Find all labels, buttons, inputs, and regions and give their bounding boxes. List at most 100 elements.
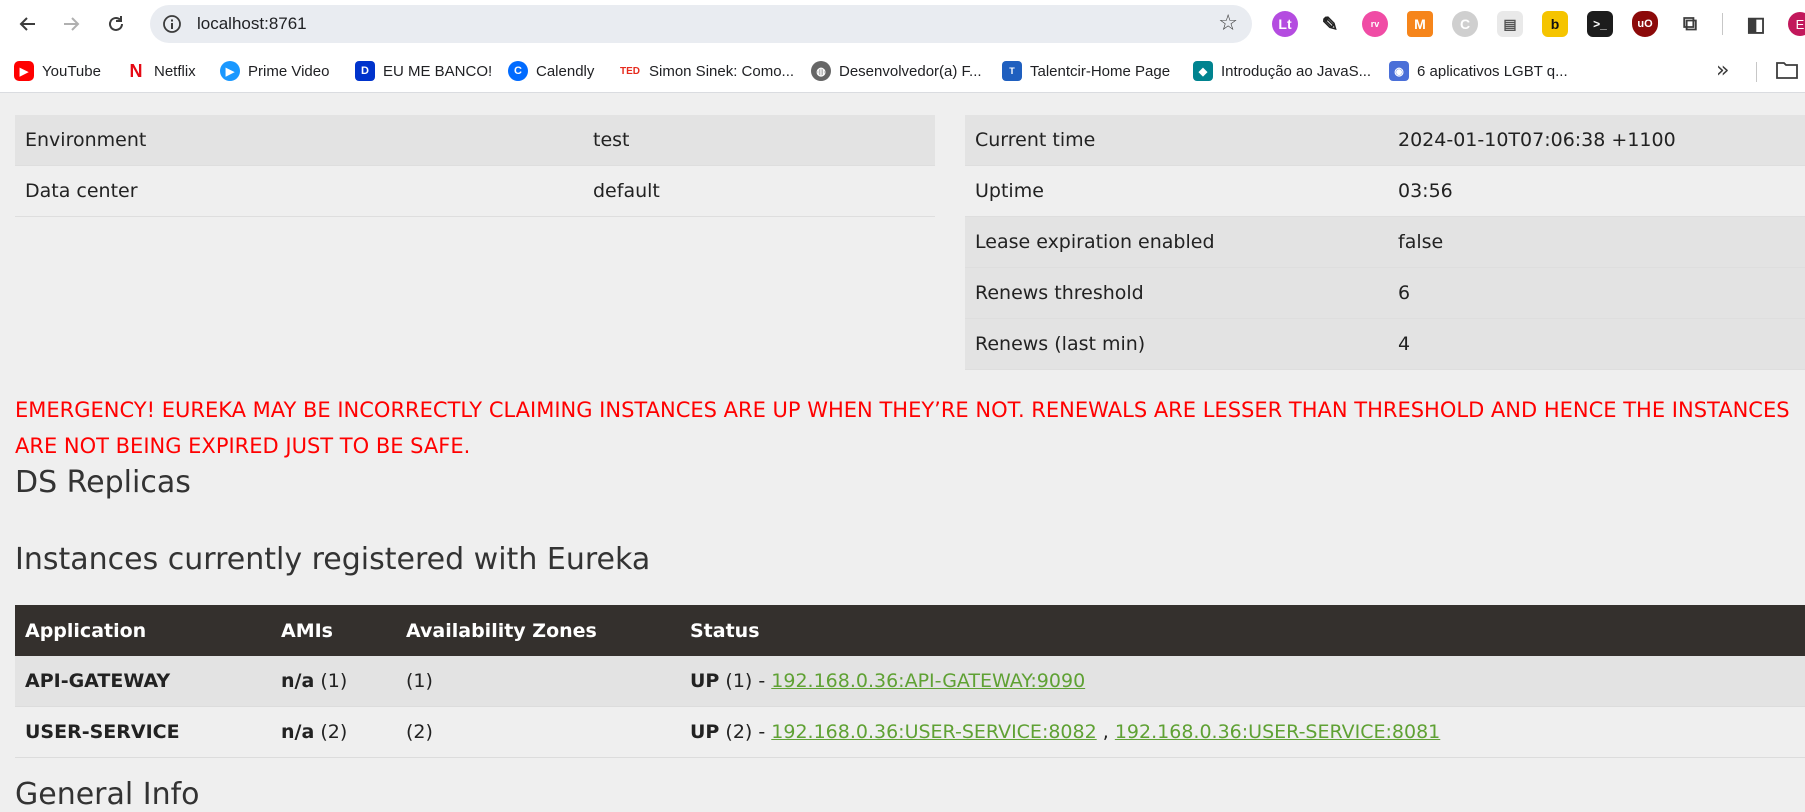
- status-key: Current time: [965, 115, 1388, 166]
- url-text[interactable]: localhost:8761: [197, 14, 307, 34]
- instances-heading: Instances currently registered with Eure…: [15, 542, 651, 577]
- env-value: test: [583, 115, 935, 166]
- amis-label: n/a: [281, 670, 315, 692]
- folder-icon[interactable]: [1776, 60, 1798, 84]
- table-row: Environment test: [15, 115, 935, 166]
- address-bar[interactable]: localhost:8761 ☆: [150, 5, 1252, 43]
- chevron-double-right-icon[interactable]: »: [1716, 58, 1729, 83]
- youtube-icon: ▶: [14, 61, 34, 81]
- amis-label: n/a: [281, 721, 315, 743]
- globe-icon: ◍: [811, 61, 831, 81]
- eureka-dashboard: Environment test Data center default Cur…: [0, 93, 1805, 812]
- table-row: USER-SERVICE n/a (2) (2) UP (2) - 192.16…: [15, 706, 1805, 758]
- column-header-availability-zones: Availability Zones: [396, 605, 680, 656]
- table-row: API-GATEWAY n/a (1) (1) UP (1) - 192.168…: [15, 656, 1805, 707]
- env-key: Data center: [15, 165, 583, 217]
- ds-replicas-heading: DS Replicas: [15, 465, 191, 500]
- bookmark-calendly[interactable]: C Calendly: [508, 50, 594, 92]
- back-button[interactable]: [12, 8, 44, 40]
- column-header-amis: AMIs: [271, 605, 396, 656]
- instance-link[interactable]: 192.168.0.36:USER-SERVICE:8082: [771, 721, 1096, 743]
- column-header-application: Application: [15, 605, 271, 656]
- metamask-extension-icon[interactable]: M: [1407, 11, 1433, 37]
- side-panel-icon[interactable]: ◧: [1743, 11, 1769, 37]
- browser-toolbar: localhost:8761 ☆ Lt ✎ rv M C ▤ b >_ uO ⧉…: [0, 0, 1805, 50]
- eyedropper-extension-icon[interactable]: ✎: [1317, 11, 1343, 37]
- table-row: Current time 2024-01-10T07:06:38 +1100: [965, 115, 1805, 166]
- bookmark-eu-me-banco[interactable]: D EU ME BANCO!: [355, 50, 492, 92]
- table-row: Data center default: [15, 165, 935, 217]
- status-key: Uptime: [965, 165, 1388, 217]
- reload-button[interactable]: [100, 8, 132, 40]
- talentcir-icon: T: [1002, 61, 1022, 81]
- table-row: Renews (last min) 4: [965, 318, 1805, 370]
- emergency-warning: EMERGENCY! EUREKA MAY BE INCORRECTLY CLA…: [15, 398, 1790, 458]
- env-key: Environment: [15, 115, 583, 166]
- status-key: Renews threshold: [965, 267, 1388, 319]
- ted-icon: TED: [620, 65, 640, 77]
- table-row: Lease expiration enabled false: [965, 216, 1805, 268]
- status-value: 2024-01-10T07:06:38 +1100: [1388, 115, 1805, 166]
- terminal-extension-icon[interactable]: >_: [1587, 11, 1613, 37]
- grey-extension-icon[interactable]: C: [1452, 11, 1478, 37]
- translate-extension-icon[interactable]: Lt: [1272, 11, 1298, 37]
- status-count: (2) -: [725, 721, 766, 743]
- bookmarks-divider: [1756, 62, 1757, 82]
- link-separator: ,: [1102, 721, 1109, 743]
- table-row: Renews threshold 6: [965, 267, 1805, 319]
- bookmark-simon-sinek[interactable]: TED Simon Sinek: Como...: [619, 50, 794, 92]
- profile-avatar[interactable]: E: [1788, 12, 1805, 36]
- bookmark-star-icon[interactable]: ☆: [1218, 11, 1238, 36]
- bookmark-youtube[interactable]: ▶ YouTube: [14, 50, 101, 92]
- prime-video-icon: ▶: [220, 61, 240, 81]
- instance-link[interactable]: 192.168.0.36:USER-SERVICE:8081: [1115, 721, 1440, 743]
- status-table: Current time 2024-01-10T07:06:38 +1100 U…: [965, 115, 1805, 370]
- bank-icon: D: [355, 61, 375, 81]
- bookmark-desenvolvedor[interactable]: ◍ Desenvolvedor(a) F...: [811, 50, 982, 92]
- environment-table: Environment test Data center default: [15, 115, 935, 217]
- reload-icon: [109, 16, 123, 31]
- application-name: USER-SERVICE: [15, 706, 271, 758]
- column-header-status: Status: [680, 605, 1805, 656]
- bookmark-prime-video[interactable]: ▶ Prime Video: [220, 50, 329, 92]
- instances-table: Application AMIs Availability Zones Stat…: [15, 605, 1805, 758]
- status-key: Renews (last min): [965, 318, 1388, 370]
- general-info-heading: General Info: [15, 777, 200, 812]
- status-count: (1) -: [725, 670, 766, 692]
- status-value: 03:56: [1388, 165, 1805, 217]
- ublock-extension-icon[interactable]: uO: [1632, 11, 1658, 37]
- bookmark-introducao-javascript[interactable]: ◆ Introdução ao JavaS...: [1193, 50, 1371, 92]
- table-header-row: Application AMIs Availability Zones Stat…: [15, 605, 1805, 656]
- status-cell: UP (2) - 192.168.0.36:USER-SERVICE:8082 …: [680, 706, 1805, 758]
- amis-count: (1): [320, 670, 348, 692]
- b-extension-icon[interactable]: b: [1542, 11, 1568, 37]
- amis-cell: n/a (1): [271, 656, 396, 707]
- amis-count: (2): [320, 721, 348, 743]
- bookmark-netflix[interactable]: N Netflix: [126, 50, 196, 92]
- zones-cell: (2): [396, 706, 680, 758]
- bookmark-lgbt-apps[interactable]: ◉ 6 aplicativos LGBT q...: [1389, 50, 1568, 92]
- amis-cell: n/a (2): [271, 706, 396, 758]
- puzzle-extensions-icon[interactable]: ⧉: [1677, 11, 1703, 37]
- calendly-icon: C: [508, 61, 528, 81]
- location-icon: ◉: [1389, 61, 1409, 81]
- netflix-icon: N: [129, 60, 143, 81]
- application-name: API-GATEWAY: [15, 656, 271, 707]
- toolbar-divider: [1722, 13, 1723, 35]
- site-info-icon[interactable]: [160, 12, 184, 36]
- table-row: Uptime 03:56: [965, 165, 1805, 217]
- status-value: 6: [1388, 267, 1805, 319]
- status-label: UP: [690, 670, 720, 692]
- status-key: Lease expiration enabled: [965, 216, 1388, 268]
- status-value: 4: [1388, 318, 1805, 370]
- status-cell: UP (1) - 192.168.0.36:API-GATEWAY:9090: [680, 656, 1805, 707]
- reeve-extension-icon[interactable]: rv: [1362, 11, 1388, 37]
- instance-link[interactable]: 192.168.0.36:API-GATEWAY:9090: [771, 670, 1085, 692]
- forward-button[interactable]: [55, 8, 87, 40]
- tab-extension-icon[interactable]: ▤: [1497, 11, 1523, 37]
- bookmark-talentcir[interactable]: T Talentcir-Home Page: [1002, 50, 1170, 92]
- arrow-left-icon: [19, 17, 35, 31]
- env-value: default: [583, 165, 935, 217]
- zones-cell: (1): [396, 656, 680, 707]
- arrow-right-icon: [64, 17, 80, 31]
